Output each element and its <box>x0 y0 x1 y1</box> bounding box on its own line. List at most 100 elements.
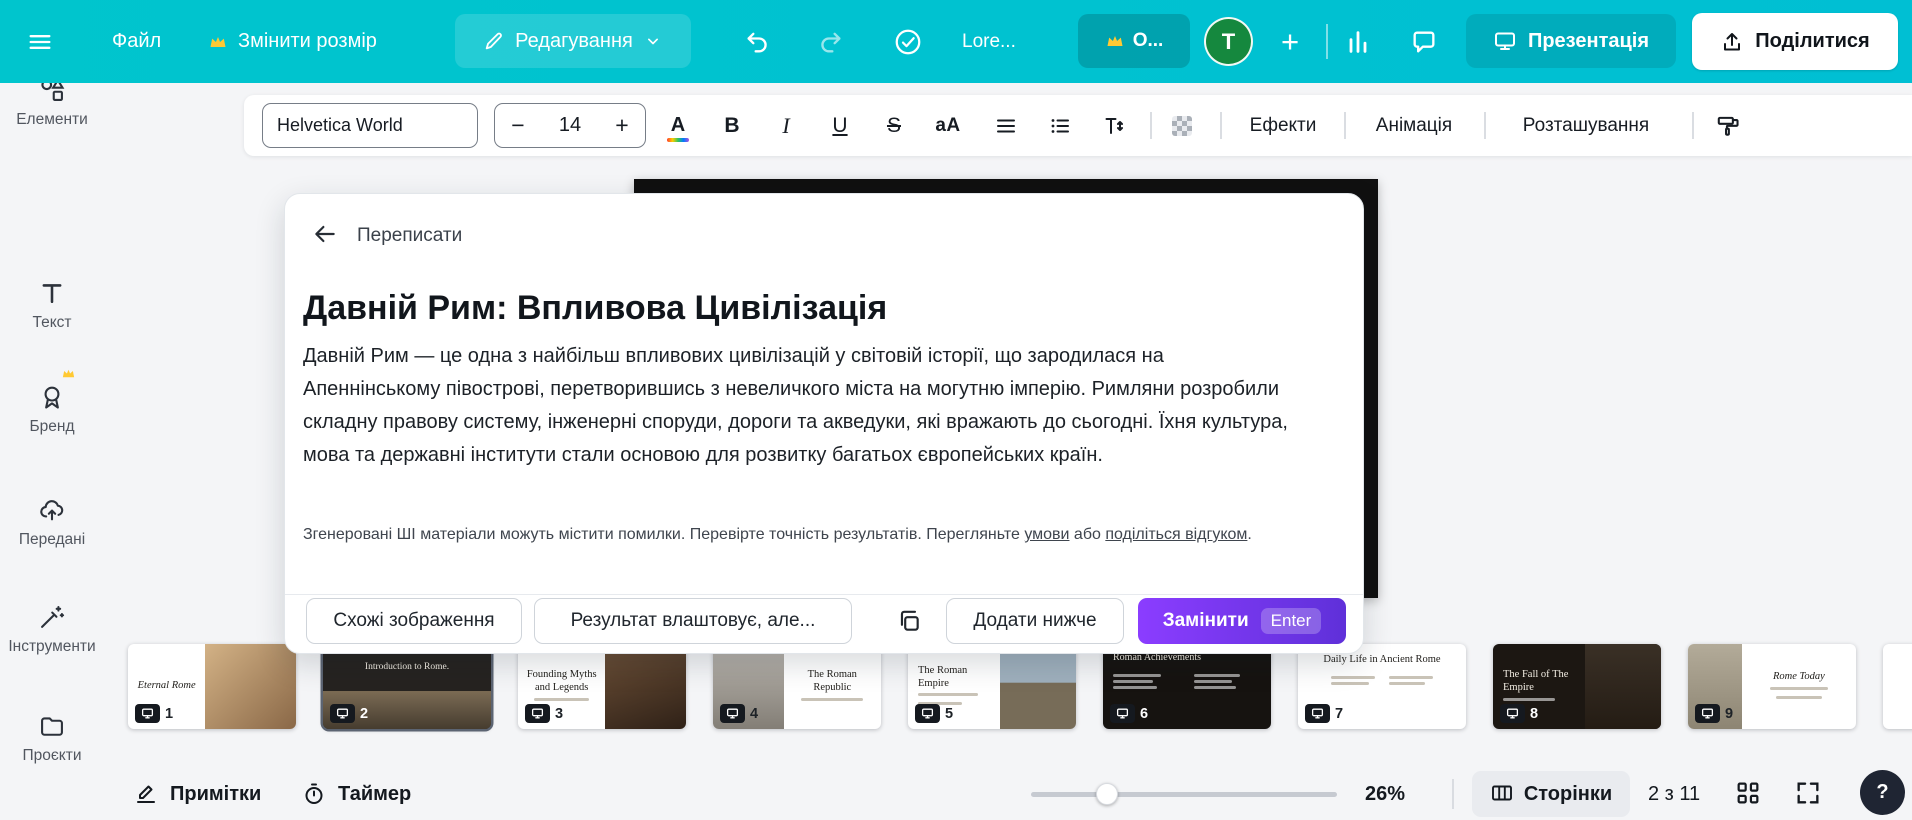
text-color-button[interactable]: A <box>656 103 700 148</box>
sidebar-item-elements[interactable]: Елементи <box>0 76 104 129</box>
top-bar: Файл Змінити розмір Редагування Lore... … <box>0 0 1912 83</box>
page-thumbnail-2-selected[interactable]: Introduction to Rome. 2 <box>323 644 491 729</box>
add-below-label: Додати нижче <box>973 610 1097 631</box>
text-case-button[interactable]: aA <box>922 103 974 148</box>
result-feedback-button[interactable]: Результат влаштовує, але... <box>534 598 852 644</box>
file-menu-button[interactable]: Файл <box>112 0 161 83</box>
sidebar-item-label: Інструменти <box>8 638 96 655</box>
sidebar-item-uploads[interactable]: Передані <box>0 496 104 549</box>
disclaimer-text: Згенеровані ШІ матеріали можуть містити … <box>303 526 1025 543</box>
share-button[interactable]: Поділитися <box>1692 13 1898 70</box>
add-below-button[interactable]: Додати нижче <box>946 598 1124 644</box>
sidebar-item-text[interactable]: Текст <box>0 279 104 332</box>
text-toolbar: Helvetica World − 14 + A B I U S aA Ефек… <box>244 95 1912 156</box>
redo-button[interactable] <box>816 0 844 83</box>
timer-icon <box>305 783 323 804</box>
statusbar-divider <box>1452 779 1454 809</box>
animation-button[interactable]: Анімація <box>1362 103 1466 148</box>
thumbnail-title: The Roman Republic <box>807 669 857 693</box>
invite-member-button[interactable]: + <box>1270 0 1310 83</box>
font-size-increase-button[interactable]: + <box>599 112 645 139</box>
feedback-link[interactable]: поділіться відгуком <box>1105 526 1247 543</box>
replace-button[interactable]: Замінити Enter <box>1138 598 1346 644</box>
canva-editor: Файл Змінити розмір Редагування Lore... … <box>0 0 1912 820</box>
sidebar-item-brand[interactable]: Бренд <box>0 369 104 436</box>
insights-button[interactable] <box>1344 0 1372 83</box>
page-thumbnail-1[interactable]: Eternal Rome 1 <box>128 644 296 729</box>
page-number: 4 <box>750 705 759 722</box>
letter-spacing-button[interactable] <box>1092 103 1136 148</box>
copy-style-button[interactable] <box>1704 103 1752 148</box>
fullscreen-button[interactable] <box>1794 779 1822 807</box>
timer-button[interactable]: Таймер <box>302 768 411 820</box>
help-button[interactable]: ? <box>1860 770 1905 815</box>
font-family-selector[interactable]: Helvetica World <box>262 103 478 148</box>
disclaimer-text: або <box>1069 526 1106 543</box>
comments-button[interactable] <box>1410 0 1438 83</box>
copy-result-button[interactable] <box>886 598 932 644</box>
slide-icon <box>1500 704 1525 723</box>
crown-icon <box>210 36 226 47</box>
sidebar-item-label: Елементи <box>16 111 88 128</box>
question-mark-icon: ? <box>1876 781 1889 803</box>
main-menu-button[interactable] <box>26 0 54 83</box>
similar-images-button[interactable]: Схожі зображення <box>306 598 522 644</box>
page-thumbnail-partial[interactable] <box>1883 644 1912 729</box>
zoom-level[interactable]: 26% <box>1352 768 1418 820</box>
effects-button[interactable]: Ефекти <box>1236 103 1330 148</box>
page-thumbnail-6[interactable]: Roman Achievements 6 <box>1103 644 1271 729</box>
zoom-slider-track[interactable] <box>1031 792 1337 797</box>
alignment-button[interactable] <box>984 103 1028 148</box>
terms-link[interactable]: умови <box>1024 526 1069 543</box>
slide-icon <box>1695 704 1720 723</box>
transparency-button[interactable] <box>1160 103 1204 148</box>
presentation-button[interactable]: Презентація <box>1466 14 1676 68</box>
sidebar-item-projects[interactable]: Проєкти <box>0 712 104 765</box>
grid-view-button[interactable] <box>1734 779 1762 807</box>
page-thumbnail-7[interactable]: Daily Life in Ancient Rome 7 <box>1298 644 1466 729</box>
thumbnail-title: The Fall of The Empire <box>1503 669 1569 693</box>
font-size-decrease-button[interactable]: − <box>495 112 541 139</box>
page-thumbnail-3[interactable]: Founding Myths and Legends 3 <box>518 644 686 729</box>
user-avatar[interactable]: T <box>1204 17 1253 66</box>
page-number: 1 <box>165 705 174 722</box>
back-button[interactable] <box>309 218 341 250</box>
pages-view-button[interactable]: Сторінки <box>1472 771 1630 817</box>
font-family-value: Helvetica World <box>277 115 403 135</box>
list-button[interactable] <box>1038 103 1082 148</box>
editing-mode-button[interactable]: Редагування <box>455 14 691 68</box>
notes-button[interactable]: Примітки <box>134 768 261 820</box>
spacing-icon <box>1105 117 1123 134</box>
sidebar-item-label: Передані <box>18 531 86 548</box>
thumbnail-preview <box>1883 644 1912 729</box>
page-thumbnail-5[interactable]: The Roman Empire 5 <box>908 644 1076 729</box>
document-title[interactable]: Lore... <box>962 0 1050 83</box>
save-status-button[interactable] <box>893 0 923 83</box>
undo-button[interactable] <box>744 0 772 83</box>
page-thumbnail-4[interactable]: The Roman Republic 4 <box>713 644 881 729</box>
text-placeholder <box>1503 697 1555 701</box>
text-placeholder <box>801 697 864 701</box>
resize-button[interactable]: Змінити розмір <box>208 0 377 83</box>
italic-button[interactable]: I <box>764 103 808 148</box>
page-thumbnail-9[interactable]: Rome Today 9 <box>1688 644 1856 729</box>
align-icon <box>997 119 1015 132</box>
text-color-letter: A <box>670 113 686 136</box>
page-thumbnail-8[interactable]: The Fall of The Empire 8 <box>1493 644 1661 729</box>
thumbnail-title: Daily Life in Ancient Rome <box>1323 654 1441 665</box>
page-number: 3 <box>555 705 564 722</box>
sidebar-item-label: Проєкти <box>22 747 82 764</box>
font-size-value[interactable]: 14 <box>559 114 581 137</box>
position-button[interactable]: Розташування <box>1500 103 1672 148</box>
sidebar-item-tools[interactable]: Інструменти <box>0 603 104 656</box>
strikethrough-button[interactable]: S <box>872 103 916 148</box>
page-badge: 7 <box>1305 704 1343 723</box>
ai-rewrite-modal: Переписати Давній Рим: Впливова Цивіліза… <box>284 193 1364 654</box>
magic-wand-icon <box>41 606 65 628</box>
underline-button[interactable]: U <box>818 103 862 148</box>
page-badge: 3 <box>525 704 563 723</box>
zoom-slider-knob[interactable] <box>1096 783 1118 805</box>
upgrade-button[interactable]: О... <box>1078 14 1190 68</box>
page-number: 7 <box>1335 705 1344 722</box>
bold-button[interactable]: B <box>710 103 754 148</box>
